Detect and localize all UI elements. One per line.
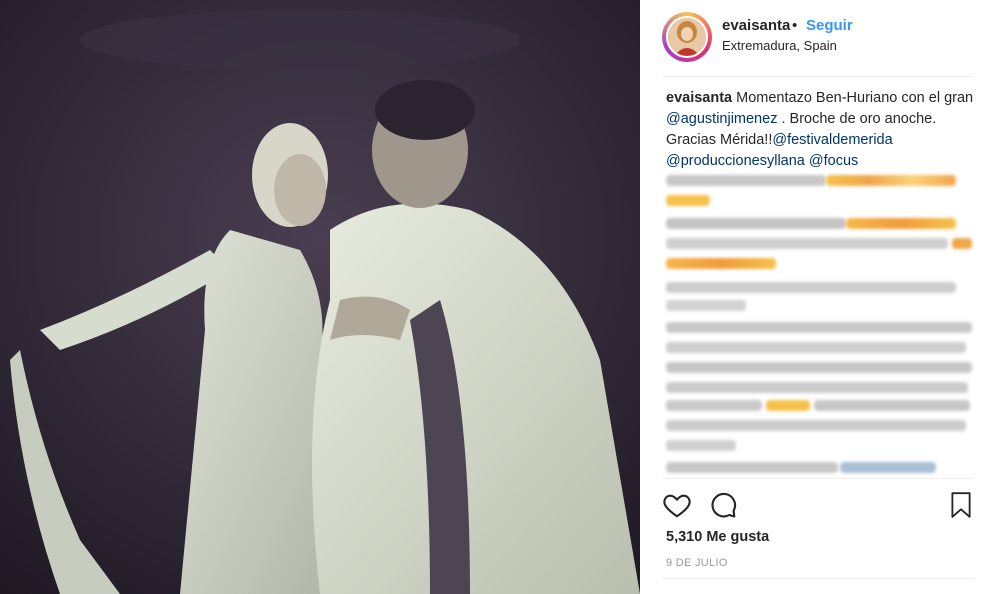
follow-button[interactable]: Seguir (806, 17, 853, 34)
caption-username[interactable]: evaisanta (666, 90, 732, 106)
blurred-text (666, 322, 972, 333)
blurred-text (666, 218, 846, 229)
blurred-emoji (666, 195, 710, 206)
blurred-text (666, 282, 956, 293)
header-divider (662, 76, 974, 77)
blurred-text (666, 362, 972, 373)
comment-icon[interactable] (708, 490, 738, 525)
blurred-emoji (952, 238, 972, 249)
stage-photo (0, 0, 640, 594)
blurred-mention (840, 462, 936, 473)
blurred-text (666, 238, 948, 249)
avatar[interactable] (662, 12, 712, 62)
blurred-text (666, 400, 762, 411)
blurred-text (814, 400, 970, 411)
heart-icon[interactable] (662, 490, 692, 525)
blurred-text (666, 382, 968, 393)
blurred-emoji (666, 258, 776, 269)
bottom-divider (662, 578, 974, 579)
separator-dot: • (792, 17, 798, 34)
blurred-text (666, 462, 838, 473)
post-photo[interactable] (0, 0, 640, 594)
post-side-panel: evaisanta • Seguir Extremadura, Spain ev… (640, 0, 1000, 594)
mention-link[interactable]: @focus (809, 153, 858, 169)
mention-link[interactable]: @agustinjimenez (666, 111, 777, 127)
blurred-text (666, 342, 966, 353)
avatar-image (666, 16, 708, 58)
likes-count[interactable]: 5,310 Me gusta (666, 529, 769, 545)
blurred-text (666, 440, 736, 451)
blurred-emoji (766, 400, 810, 411)
caption-text: Momentazo Ben-Huriano con el gran (732, 90, 974, 106)
action-bar (662, 490, 974, 522)
post-header: evaisanta • Seguir Extremadura, Spain (640, 0, 1000, 76)
username[interactable]: evaisanta (722, 17, 790, 34)
blurred-emoji (826, 175, 956, 186)
blurred-text (666, 420, 966, 431)
mention-link[interactable]: @festivaldemerida (772, 132, 892, 148)
bookmark-icon[interactable] (948, 491, 974, 524)
location-link[interactable]: Extremadura, Spain (722, 38, 837, 53)
comments-divider (662, 478, 974, 479)
blurred-text (666, 300, 746, 311)
post-date[interactable]: 9 DE JULIO (666, 557, 728, 569)
post-caption: evaisanta Momentazo Ben-Huriano con el g… (666, 88, 976, 172)
mention-link[interactable]: @produccionesyllana (666, 153, 805, 169)
blurred-emoji (846, 218, 956, 229)
blurred-text (666, 175, 826, 186)
